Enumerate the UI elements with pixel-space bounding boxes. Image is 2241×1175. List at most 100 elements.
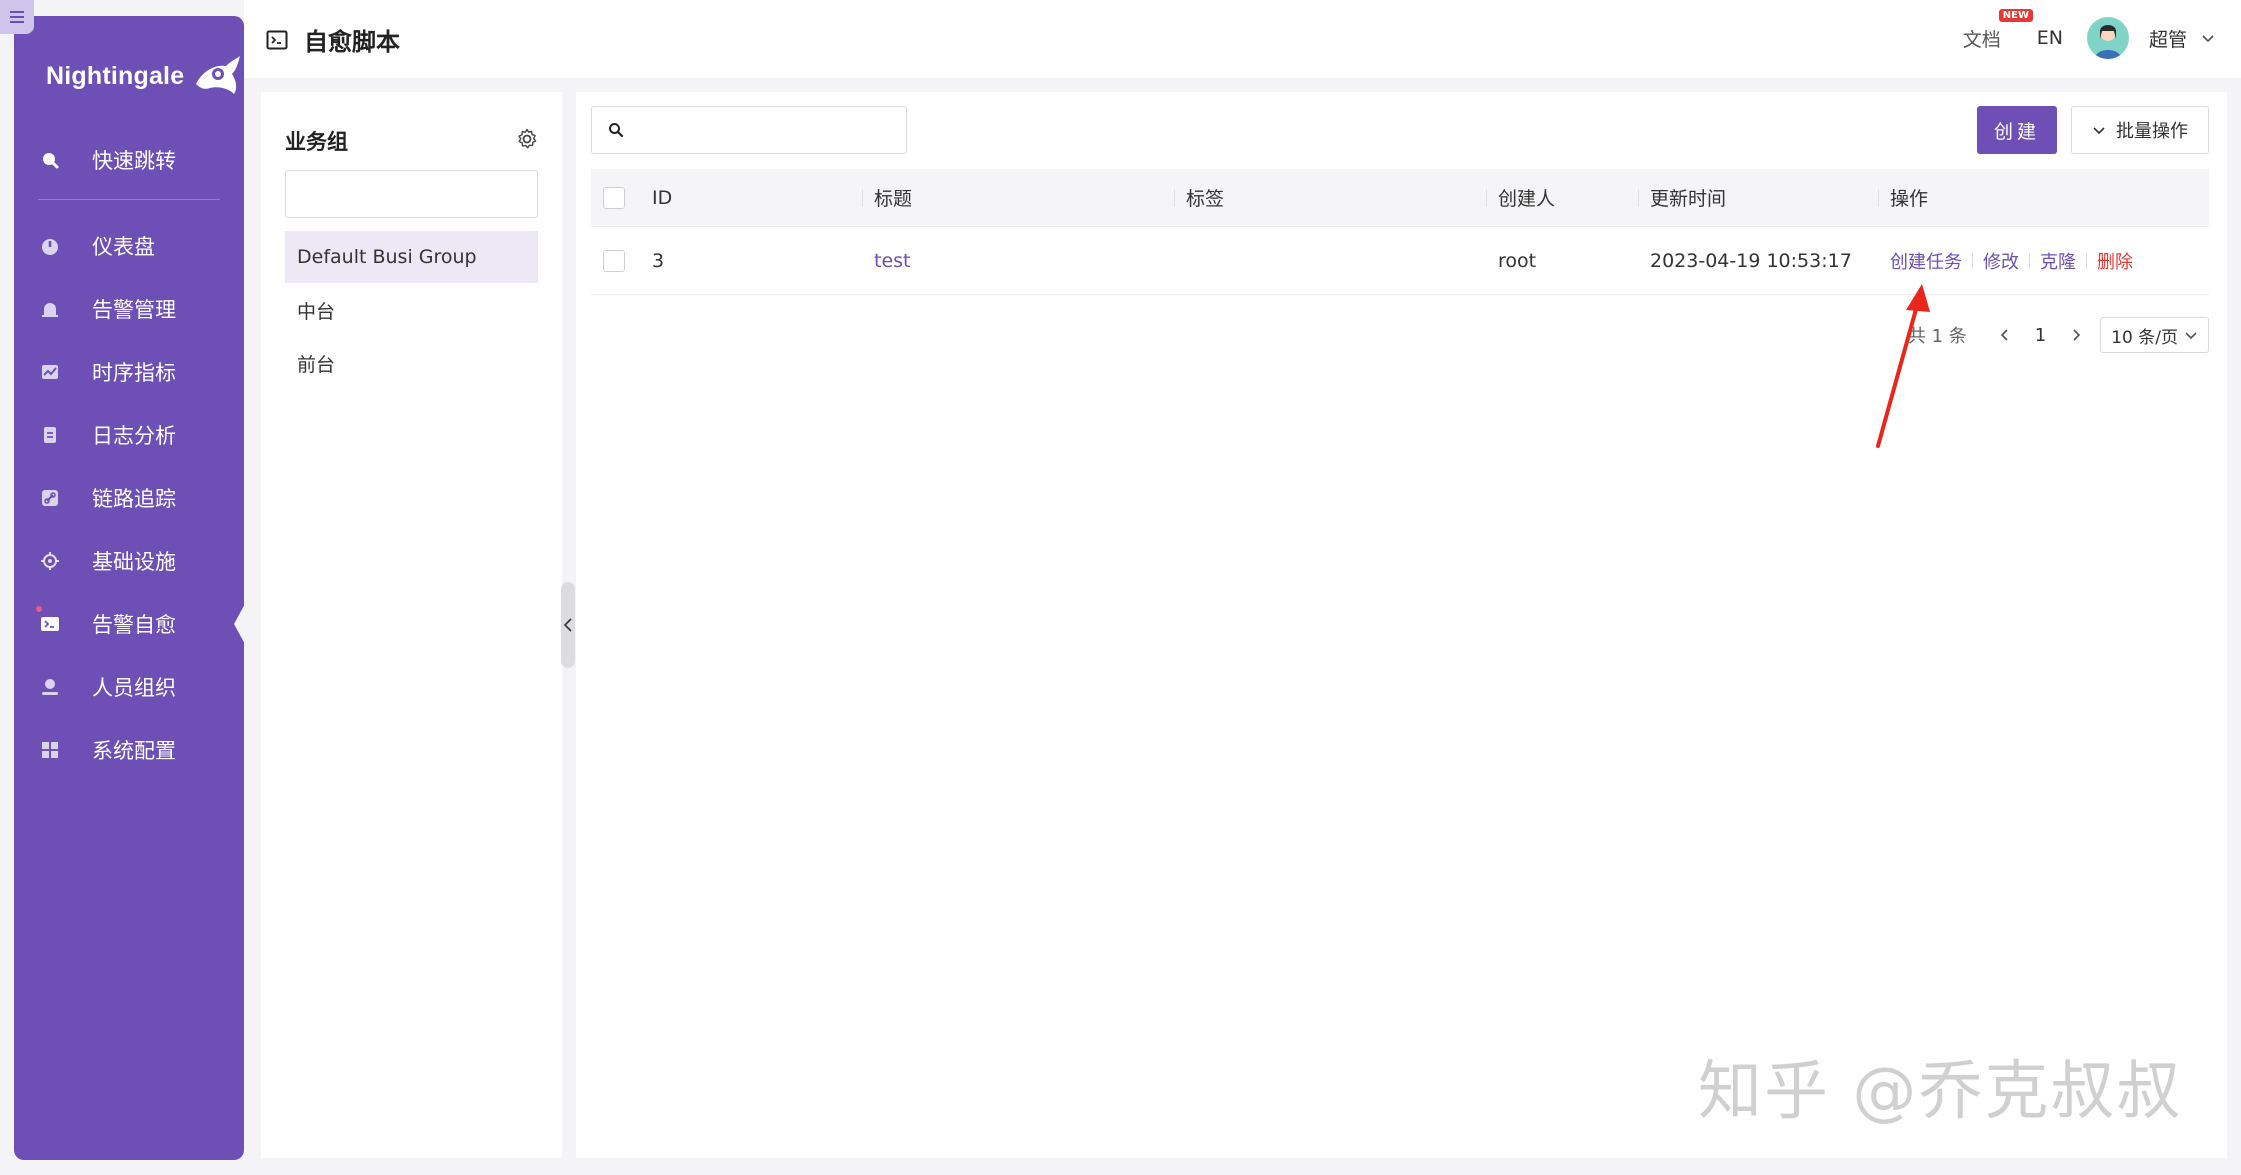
- sidebar-item-dashboard[interactable]: 仪表盘: [14, 214, 244, 277]
- delete-link[interactable]: 删除: [2097, 248, 2133, 274]
- row-checkbox[interactable]: [603, 249, 625, 272]
- docs-link[interactable]: 文档 NEW: [1962, 8, 2033, 52]
- terminal-icon: [40, 614, 60, 634]
- page-title: 自愈脚本: [266, 22, 400, 57]
- sidebar-item-label: 系统配置: [92, 738, 176, 763]
- log-icon: [40, 425, 60, 445]
- sidebar-item-alarm-management[interactable]: 告警管理: [14, 277, 244, 340]
- sidebar-item-tracing[interactable]: 链路追踪: [14, 466, 244, 529]
- sidebar-item-metrics[interactable]: 时序指标: [14, 340, 244, 403]
- group-item-middle-platform[interactable]: 中台: [285, 284, 538, 336]
- cell-updated: 2023-04-19 10:53:17: [1650, 249, 1852, 272]
- pagination-page[interactable]: 1: [2035, 325, 2046, 346]
- column-header-ops: 操作: [1878, 169, 2209, 226]
- chevron-down-icon[interactable]: [2201, 31, 2215, 45]
- chevron-left-icon[interactable]: [1997, 327, 2013, 343]
- notification-dot: [36, 606, 42, 612]
- logo: Nightingale: [46, 46, 242, 106]
- dashboard-icon: [40, 236, 60, 256]
- cell-id: 3: [652, 249, 665, 272]
- sidebar-item-label: 时序指标: [92, 360, 176, 385]
- annotation-arrow-icon: [1876, 284, 1930, 448]
- search-icon: [609, 123, 624, 138]
- page-title-text: 自愈脚本: [304, 28, 400, 56]
- script-search: [591, 106, 907, 154]
- cell-creator: root: [1498, 249, 1537, 272]
- sidebar-item-system-config[interactable]: 系统配置: [14, 718, 244, 781]
- top-header: 自愈脚本 文档 NEW EN 超管: [244, 0, 2241, 78]
- grid-icon: [40, 740, 60, 760]
- sidebar-item-label: 告警管理: [92, 297, 176, 322]
- sidebar: Nightingale 快速跳转 仪表盘 告警管理 时序指标 日志分析 链路追踪…: [14, 16, 246, 1160]
- column-header-updated[interactable]: 更新时间: [1638, 169, 1878, 226]
- business-group-panel: 业务组 Default Busi Group 中台 前台: [261, 92, 562, 1158]
- sidebar-item-infrastructure[interactable]: 基础设施: [14, 529, 244, 592]
- user-icon: [40, 677, 60, 697]
- table-row: 3 test root 2023-04-19 10:53:17 创建任务 修改 …: [591, 227, 2209, 295]
- chevron-down-icon: [2185, 332, 2197, 340]
- sidebar-item-quick-jump[interactable]: 快速跳转: [14, 128, 244, 191]
- group-list: Default Busi Group 中台 前台: [285, 231, 538, 390]
- sidebar-item-people-org[interactable]: 人员组织: [14, 655, 244, 718]
- target-icon: [40, 551, 60, 571]
- sidebar-item-label: 链路追踪: [92, 486, 176, 511]
- nightingale-bird-icon: [196, 56, 241, 94]
- cell-title: test: [862, 227, 1174, 294]
- page-size-value: 10 条/页: [2111, 327, 2178, 348]
- batch-operations-button[interactable]: 批量操作: [2071, 106, 2209, 154]
- ops-divider: [2029, 252, 2030, 269]
- page-size-select[interactable]: 10 条/页: [2100, 317, 2209, 353]
- group-item-front-platform[interactable]: 前台: [285, 337, 538, 389]
- create-task-link[interactable]: 创建任务: [1890, 248, 1962, 274]
- chevron-right-icon[interactable]: [2068, 327, 2084, 343]
- script-title-link[interactable]: test: [874, 250, 911, 272]
- sidebar-item-label: 人员组织: [92, 675, 176, 700]
- column-header-creator[interactable]: 创建人: [1486, 169, 1638, 226]
- ops-divider: [1972, 252, 1973, 269]
- new-badge: NEW: [1998, 8, 2033, 22]
- batch-operations-label: 批量操作: [2116, 121, 2188, 142]
- sidebar-item-log-analysis[interactable]: 日志分析: [14, 403, 244, 466]
- group-search-input[interactable]: [312, 174, 544, 214]
- sidebar-item-label: 告警自愈: [92, 612, 176, 637]
- cell-tags: [1174, 227, 1486, 294]
- alarm-icon: [40, 299, 60, 319]
- pagination: 共 1 条 1 10 条/页: [1908, 317, 2209, 353]
- edit-link[interactable]: 修改: [1983, 248, 2019, 274]
- panel-collapse-handle[interactable]: [561, 582, 575, 668]
- link-icon: [40, 488, 60, 508]
- avatar[interactable]: [2086, 17, 2129, 59]
- header-checkbox-cell: [591, 169, 640, 226]
- chart-icon: [40, 362, 60, 382]
- ops-divider: [2086, 252, 2087, 269]
- group-item-default[interactable]: Default Busi Group: [285, 231, 538, 283]
- script-search-input[interactable]: [634, 110, 906, 150]
- chevron-down-icon: [2093, 127, 2105, 135]
- header-actions: 文档 NEW EN 超管: [1962, 8, 2215, 60]
- sidebar-item-label: 日志分析: [92, 423, 176, 448]
- create-button[interactable]: 创建: [1977, 106, 2057, 154]
- gear-icon[interactable]: [516, 128, 538, 150]
- clone-link[interactable]: 克隆: [2040, 248, 2076, 274]
- sidebar-item-label: 基础设施: [92, 549, 176, 574]
- sidebar-item-self-healing[interactable]: 告警自愈: [14, 592, 246, 655]
- logo-text: Nightingale: [46, 61, 185, 90]
- column-header-title[interactable]: 标题: [862, 169, 1174, 226]
- sidebar-item-label: 仪表盘: [92, 234, 155, 259]
- group-panel-title: 业务组: [285, 130, 348, 154]
- language-switch[interactable]: EN: [2037, 27, 2063, 49]
- select-all-checkbox[interactable]: [603, 186, 625, 209]
- scripts-table: ID 标题 标签 创建人 更新时间 操作 3 test root 2023-04…: [591, 169, 2209, 295]
- docs-label: 文档: [1962, 28, 2001, 51]
- sidebar-item-label: 快速跳转: [92, 148, 176, 173]
- menu-toggle-icon[interactable]: [0, 0, 34, 34]
- row-checkbox-cell: [591, 227, 640, 294]
- sidebar-divider: [38, 199, 220, 200]
- sidebar-nav: 快速跳转 仪表盘 告警管理 时序指标 日志分析 链路追踪 基础设施 告警自愈 人…: [14, 128, 246, 781]
- user-name[interactable]: 超管: [2149, 25, 2187, 52]
- search-icon: [40, 150, 60, 170]
- column-header-tags: 标签: [1174, 169, 1486, 226]
- column-header-id[interactable]: ID: [640, 169, 862, 226]
- watermark: 知乎 @乔克叔叔: [1698, 1055, 2183, 1129]
- group-search: [285, 170, 544, 218]
